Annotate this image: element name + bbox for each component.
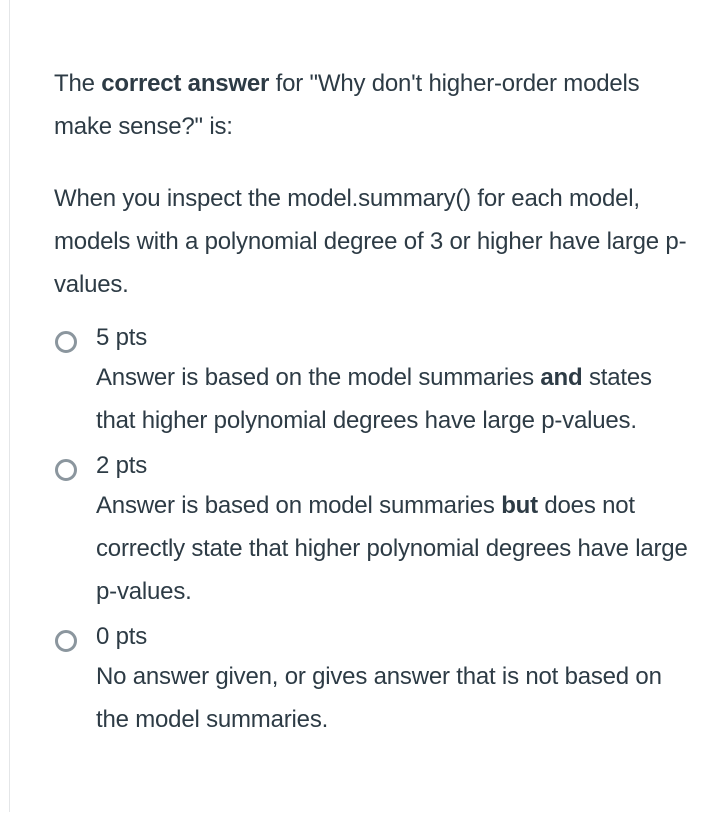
option-points: 0 pts [96, 623, 148, 650]
left-divider [9, 0, 10, 812]
radio-button-icon[interactable] [55, 459, 77, 481]
rubric-option-0-pts[interactable]: 0 pts No answer given, or gives answer t… [54, 617, 694, 741]
desc-bold: and [540, 364, 583, 391]
option-description: Answer is based on the model summaries a… [96, 356, 696, 442]
intro-prefix: The [54, 70, 102, 97]
rubric-options: 5 pts Answer is based on the model summa… [54, 318, 694, 741]
option-description: Answer is based on model summaries but d… [96, 484, 696, 613]
grading-rubric-panel: The correct answer for "Why don't higher… [54, 62, 694, 745]
intro-bold: correct answer [101, 70, 270, 97]
desc-before: Answer is based on model summaries [96, 492, 502, 519]
rubric-option-2-pts[interactable]: 2 pts Answer is based on model summaries… [54, 446, 694, 613]
option-points: 2 pts [96, 452, 148, 479]
radio-button-icon[interactable] [55, 331, 77, 353]
desc-bold: but [501, 492, 538, 519]
radio-button-icon[interactable] [55, 630, 77, 652]
rubric-option-5-pts[interactable]: 5 pts Answer is based on the model summa… [54, 318, 694, 442]
option-points: 5 pts [96, 324, 148, 351]
correct-answer-text: When you inspect the model.summary() for… [54, 185, 687, 298]
desc-before: Answer is based on the model summaries [96, 364, 541, 391]
desc-before: No answer given, or gives answer that is… [96, 663, 662, 733]
question-intro: The correct answer for "Why don't higher… [54, 62, 694, 148]
option-description: No answer given, or gives answer that is… [96, 655, 696, 741]
